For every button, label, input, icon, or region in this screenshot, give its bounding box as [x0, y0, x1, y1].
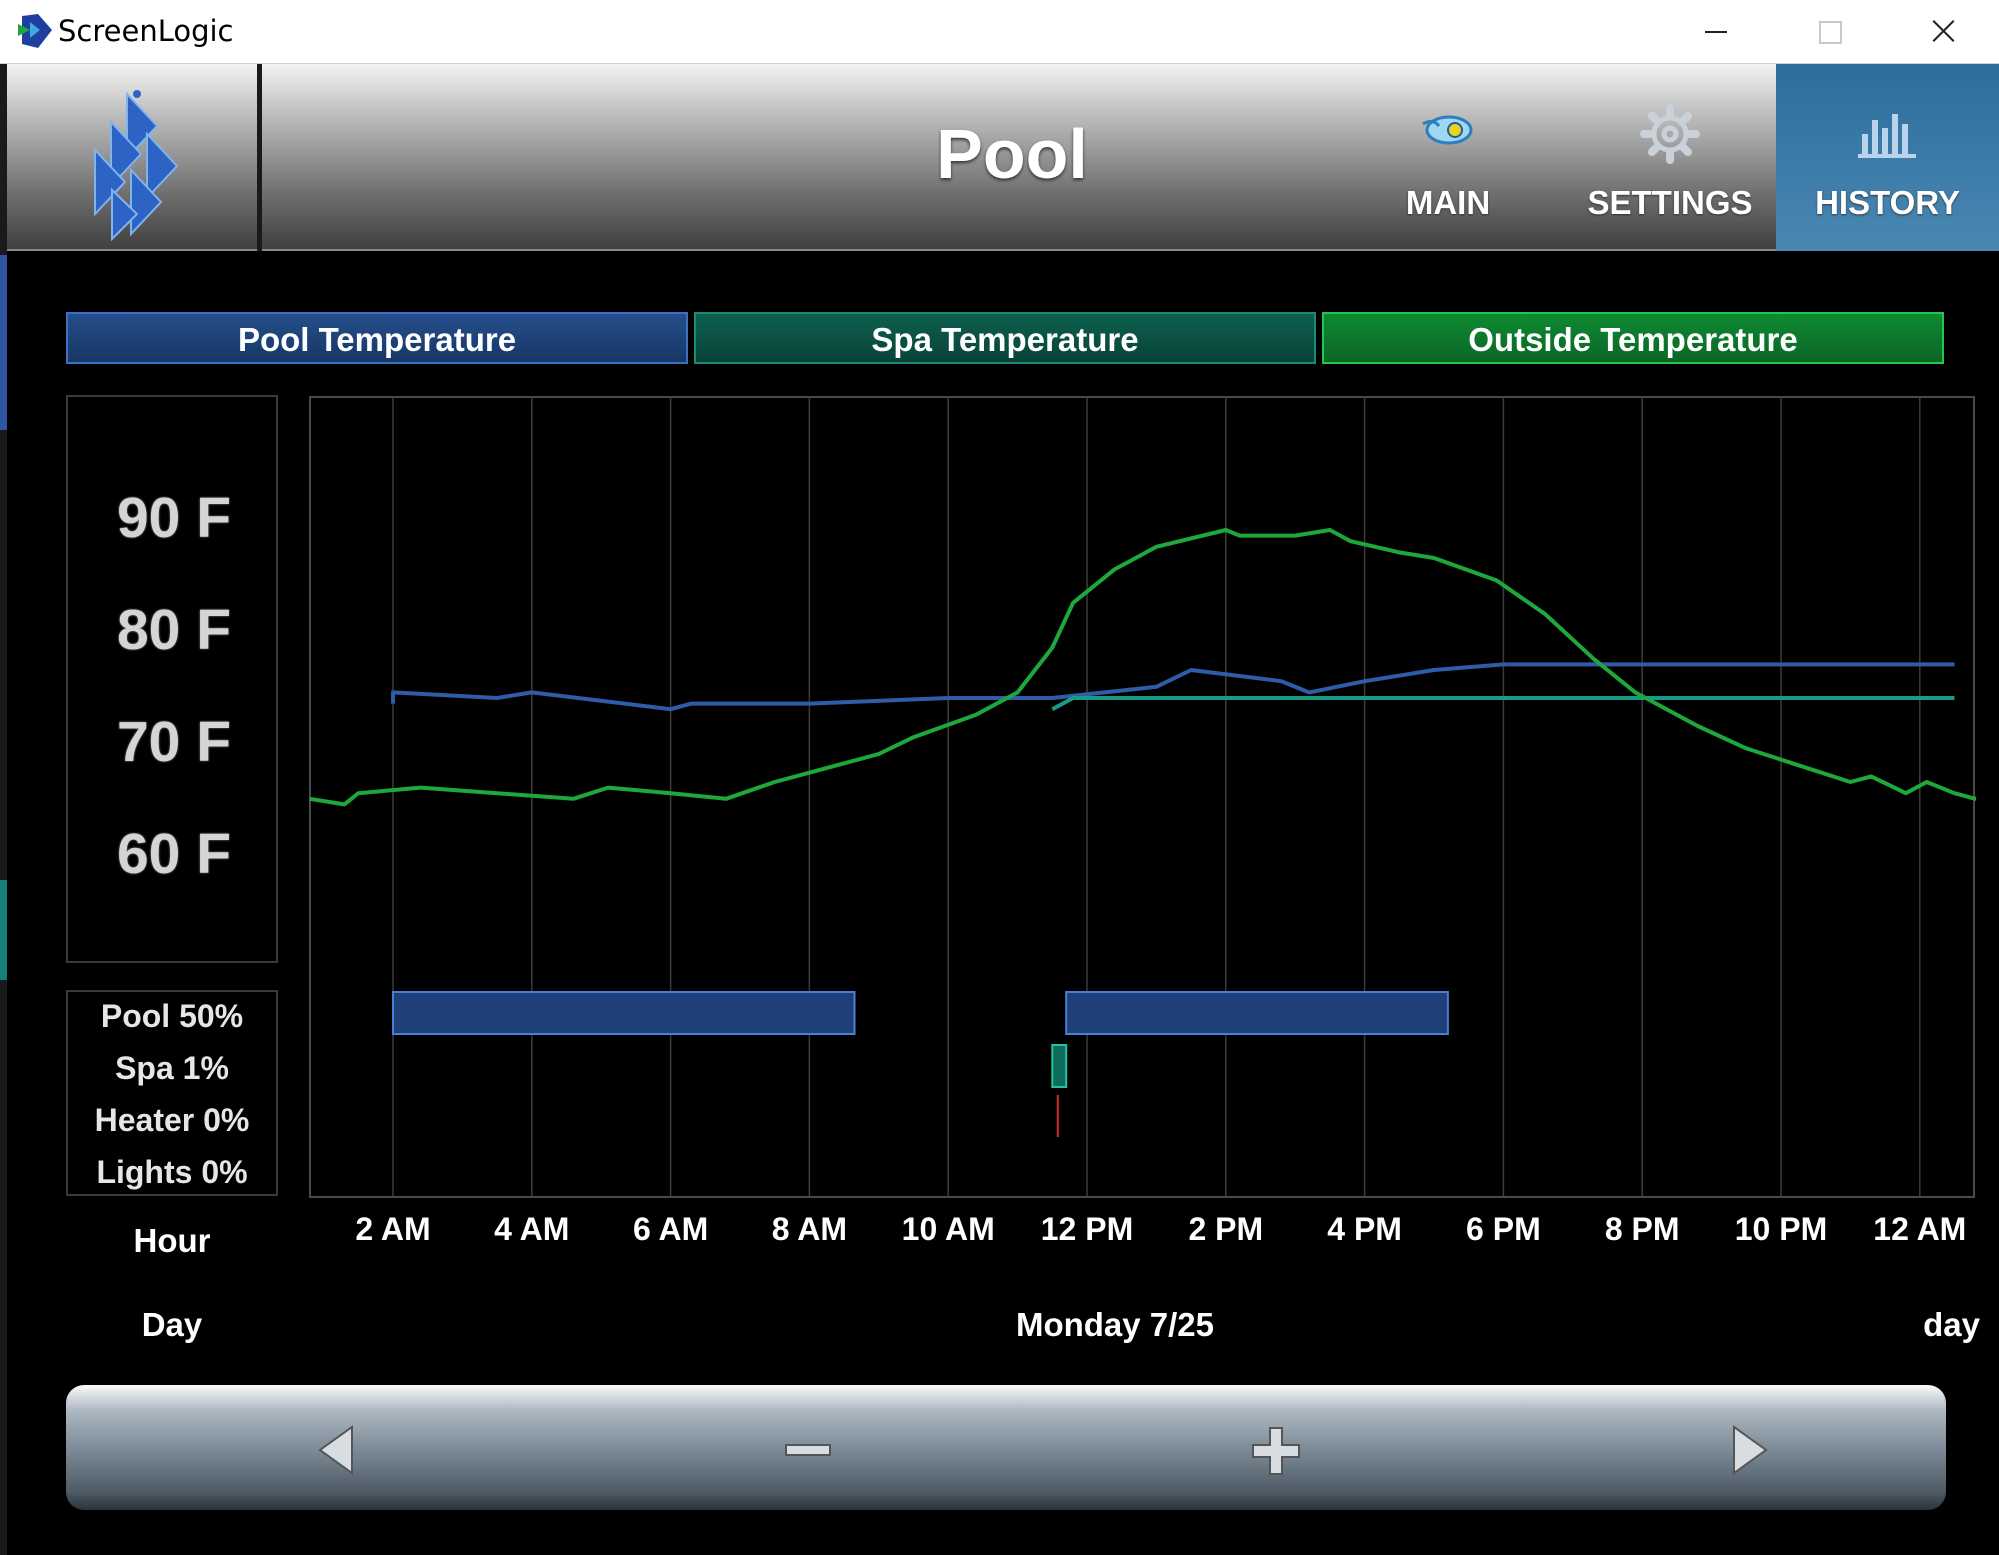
- screenlogic-app-icon: [18, 14, 52, 48]
- hour-axis-label: Hour: [133, 1222, 211, 1259]
- nav-main[interactable]: MAIN: [1337, 64, 1559, 251]
- x-tick-label: 10 AM: [902, 1211, 995, 1247]
- nav-main-label: MAIN: [1405, 184, 1491, 221]
- pentair-logo-icon: [94, 90, 179, 242]
- x-tick-label: 2 PM: [1188, 1211, 1263, 1247]
- minus-icon: [785, 1444, 831, 1456]
- y-tick-70: 70 F: [116, 710, 232, 774]
- x-tick-label: 4 AM: [494, 1211, 569, 1247]
- stat-pool: Pool 50%: [100, 998, 244, 1034]
- close-button[interactable]: [1886, 0, 1999, 64]
- zoom-in-button[interactable]: [1216, 1397, 1336, 1497]
- x-tick-label: 6 AM: [633, 1211, 708, 1247]
- x-tick-label: 12 PM: [1041, 1211, 1133, 1247]
- y-tick-60: 60 F: [116, 822, 232, 886]
- previous-button[interactable]: [282, 1397, 402, 1497]
- page-title: Pool: [936, 115, 1088, 193]
- pool-activity-bar: [1065, 991, 1449, 1035]
- tab-outside-temperature[interactable]: Outside Temperature: [1322, 312, 1944, 364]
- arrow-left-icon: [318, 1425, 353, 1475]
- x-tick-label: 12 AM: [1873, 1211, 1966, 1247]
- pool-light-icon: [1337, 104, 1559, 160]
- stat-heater: Heater 0%: [94, 1102, 250, 1138]
- left-edge-blue-sliver: [0, 255, 7, 430]
- x-tick-label: 6 PM: [1466, 1211, 1541, 1247]
- y-tick-90: 90 F: [116, 486, 232, 550]
- next-day-label: day: [1923, 1306, 1980, 1343]
- history-chart[interactable]: 2 AM 4 AM 6 AM 8 AM 10 AM 12 PM 2 PM 4 PM 6 PM 8 …: [308, 395, 1976, 1260]
- bar-chart-icon: [1776, 104, 1999, 160]
- x-tick-label: 8 AM: [772, 1211, 847, 1247]
- header-divider: [257, 64, 262, 251]
- tab-spa-temperature[interactable]: Spa Temperature: [694, 312, 1316, 364]
- day-axis-label: Day: [141, 1306, 203, 1343]
- arrow-right-icon: [1733, 1425, 1768, 1475]
- x-tick-label: 4 PM: [1327, 1211, 1402, 1247]
- minimize-button[interactable]: [1658, 0, 1772, 64]
- zoom-out-button[interactable]: [748, 1397, 868, 1497]
- x-tick-label: 2 AM: [355, 1211, 430, 1247]
- x-tick-label: 8 PM: [1605, 1211, 1680, 1247]
- stat-spa: Spa 1%: [115, 1050, 229, 1086]
- nav-history[interactable]: HISTORY: [1776, 64, 1999, 251]
- window-titlebar: ScreenLogic: [0, 0, 1999, 64]
- current-date: Monday 7/25: [1015, 1306, 1215, 1343]
- plus-icon: [1252, 1427, 1300, 1475]
- nav-settings-label: SETTINGS: [1587, 184, 1753, 221]
- window-title: ScreenLogic: [58, 14, 234, 48]
- tab-pool-temperature[interactable]: Pool Temperature: [66, 312, 688, 364]
- usage-stats-panel: Pool 50% Spa 1% Heater 0% Lights 0%: [66, 990, 278, 1196]
- x-tick-label: 10 PM: [1735, 1211, 1827, 1247]
- maximize-button[interactable]: [1772, 0, 1886, 64]
- pool-activity-bar: [392, 991, 856, 1035]
- stat-lights: Lights 0%: [96, 1154, 248, 1190]
- nav-settings[interactable]: SETTINGS: [1559, 64, 1781, 251]
- next-button[interactable]: [1684, 1397, 1804, 1497]
- spa-activity-bar: [1051, 1044, 1068, 1088]
- left-edge-teal-sliver: [0, 880, 7, 980]
- nav-history-label: HISTORY: [1815, 184, 1960, 221]
- temperature-axis-panel: 90 F 80 F 70 F 60 F: [66, 395, 278, 963]
- y-tick-80: 80 F: [116, 598, 232, 662]
- logo: [7, 64, 257, 251]
- navigation-controls: [66, 1385, 1946, 1510]
- app-header: Pool MAIN SETTINGS HISTORY: [7, 64, 1999, 251]
- gear-icon: [1559, 104, 1781, 164]
